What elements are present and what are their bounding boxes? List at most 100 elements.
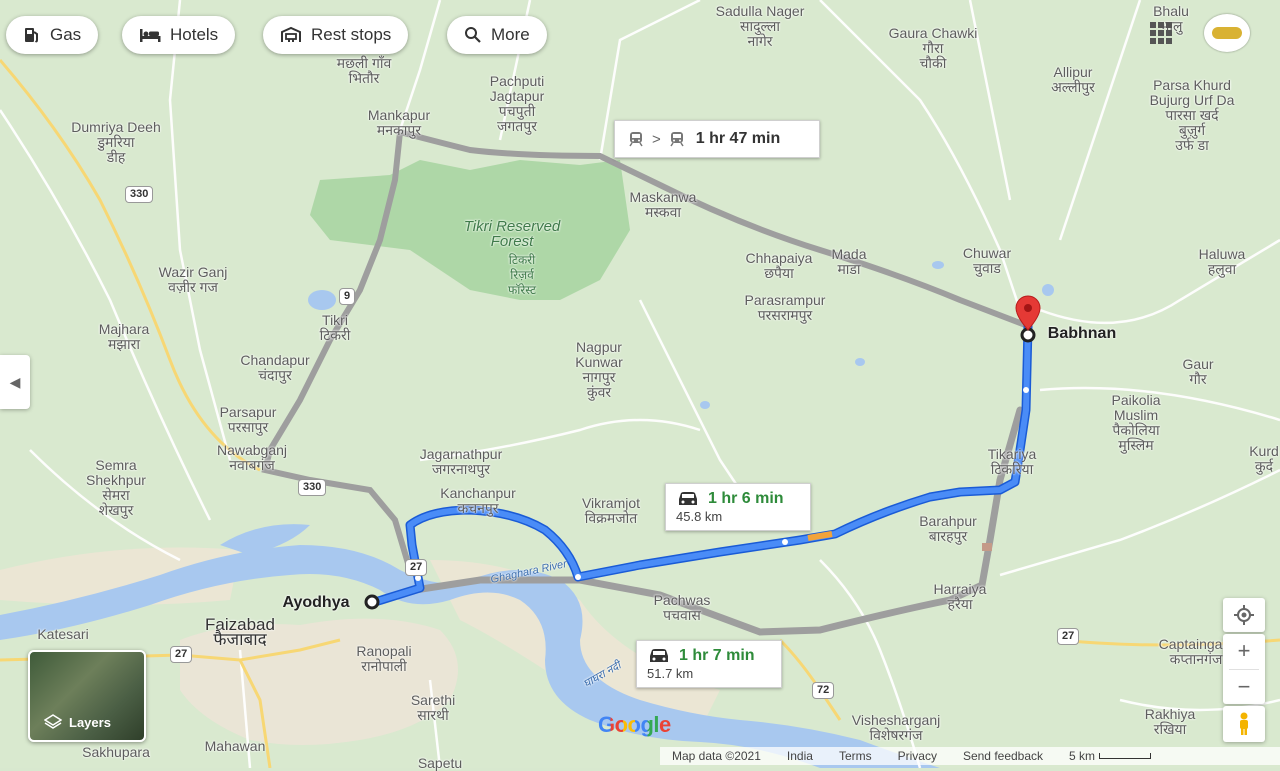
origin-label[interactable]: Ayodhya: [283, 595, 350, 611]
place-label[interactable]: Nagpur Kunwar नागपुर कुंवर: [575, 340, 622, 400]
transit-route-callout[interactable]: > 1 hr 47 min: [614, 120, 820, 158]
place-label[interactable]: Maskanwa मस्कवा: [630, 190, 697, 220]
place-local-name: विक्रमजोत: [584, 510, 638, 526]
place-label[interactable]: Sapetu: [418, 756, 462, 771]
place-name: Wazir Ganj: [158, 264, 228, 280]
place-label[interactable]: Wazir Ganj वज़ीर गज: [159, 265, 228, 295]
place-label[interactable]: Mada माडा: [831, 247, 866, 277]
place-name: Rakhiya: [1144, 706, 1196, 722]
place-local-name: नागपुर कुंवर: [582, 369, 616, 400]
place-label[interactable]: Gaur गौर: [1182, 357, 1213, 387]
zoom-controls: + −: [1223, 634, 1265, 704]
alt-route-callout[interactable]: 1 hr 7 min 51.7 km: [636, 640, 782, 688]
highway-shield: 330: [125, 186, 154, 203]
place-local-name: हलुवा: [1207, 261, 1237, 277]
collapse-panel-button[interactable]: ◀: [0, 355, 30, 409]
privacy-link[interactable]: Privacy: [898, 749, 937, 763]
terms-link[interactable]: Terms: [839, 749, 872, 763]
rest-stop-icon: [281, 26, 301, 42]
place-local-name: छपैया: [764, 265, 794, 281]
place-label[interactable]: Kanchanpur कचनपुर: [440, 486, 516, 516]
place-label[interactable]: Mahawan: [205, 739, 266, 754]
zoom-out-button[interactable]: −: [1229, 668, 1259, 705]
train-icon: [670, 132, 684, 147]
forest-label: Tikri Reserved Forest: [463, 218, 561, 250]
car-icon: [679, 492, 697, 505]
avatar[interactable]: [1204, 14, 1250, 52]
place-label[interactable]: Tikariya टिकरिया: [988, 447, 1037, 477]
place-label[interactable]: Nawabganj नवाबगंज: [217, 443, 287, 473]
place-label[interactable]: Katesari: [37, 627, 88, 642]
hotels-chip-button[interactable]: Hotels: [122, 16, 236, 54]
place-label[interactable]: Tikri टिकरी: [320, 313, 351, 343]
place-label[interactable]: Pachputi Jagtapur पचपुती जगतपुर: [490, 74, 544, 134]
place-local-name: जगरनाथपुर: [431, 461, 491, 477]
layers-icon: [44, 714, 62, 729]
primary-route-callout[interactable]: 1 hr 6 min 45.8 km: [665, 483, 811, 531]
more-chip-button[interactable]: More: [447, 16, 547, 54]
place-label[interactable]: मछली गाँव भितौर: [337, 56, 392, 86]
place-label[interactable]: Parsapur परसापुर: [220, 405, 277, 435]
gas-chip-button[interactable]: Gas: [6, 16, 99, 54]
place-label[interactable]: Chhapaiya छपैया: [746, 251, 813, 281]
place-local-name: हरैया: [947, 596, 973, 612]
place-label[interactable]: Faizabad फैजाबाद: [205, 616, 275, 648]
place-label[interactable]: Semra Shekhpur सेमरा शेखपुर: [86, 458, 146, 518]
google-logo: Google: [598, 712, 671, 737]
place-name: Jagarnathpur: [419, 446, 503, 462]
place-label[interactable]: Allipur अल्लीपुर: [1051, 65, 1095, 95]
place-label[interactable]: Sakhupara: [82, 745, 150, 760]
place-label[interactable]: Vishesharganj विशेषरगंज: [852, 713, 940, 743]
place-label[interactable]: Mankapur मनकापुर: [368, 108, 430, 138]
place-label[interactable]: Jagarnathpur जगरनाथपुर: [420, 447, 503, 477]
more-chip-label: More: [491, 25, 530, 44]
place-label[interactable]: Pachwas पचवास: [654, 593, 711, 623]
place-label[interactable]: Paikolia Muslim पैकोलिया मुस्लिम: [1111, 393, 1160, 453]
highway-shield: 27: [405, 559, 428, 576]
map-footer: Map data ©2021 India Terms Privacy Send …: [660, 747, 1280, 765]
apps-grid-icon[interactable]: [1150, 22, 1172, 44]
place-local-name: टिकरी: [319, 327, 351, 343]
place-label[interactable]: Harraiya हरैया: [934, 582, 987, 612]
place-label[interactable]: Haluwa हलुवा: [1199, 247, 1246, 277]
pegman-button[interactable]: [1223, 706, 1265, 742]
zoom-in-button[interactable]: +: [1238, 634, 1251, 669]
place-label[interactable]: Kurd कुर्द: [1249, 444, 1279, 474]
destination-label[interactable]: Babhnan: [1048, 326, 1116, 342]
place-local-name: पचपुती जगतपुर: [497, 103, 537, 134]
my-location-button[interactable]: [1223, 598, 1265, 632]
place-name: Parsa Khurd Bujurg Urf Da: [1149, 77, 1235, 108]
place-label[interactable]: Sadulla Nager सादुल्ला नागेर: [716, 4, 805, 49]
place-label[interactable]: Ranopali रानोपाली: [356, 644, 411, 674]
bed-icon: [140, 29, 161, 42]
primary-route-distance: 45.8 km: [676, 509, 723, 524]
place-label[interactable]: Dumriya Deeh डुमरिया डीह: [71, 120, 160, 165]
place-label[interactable]: Majhara मझारा: [99, 322, 150, 352]
place-local-name: मझारा: [108, 336, 140, 352]
place-local-name: माडा: [837, 261, 861, 277]
place-label[interactable]: Sarethi सारथी: [411, 693, 455, 723]
primary-route-duration: 1 hr 6 min: [708, 490, 784, 507]
place-label[interactable]: Gaura Chawki गौरा चौकी: [889, 26, 978, 71]
place-name: Chhapaiya: [745, 250, 813, 266]
send-feedback-link[interactable]: Send feedback: [963, 749, 1043, 763]
place-local-name: चंदापुर: [258, 367, 292, 383]
place-local-name: अल्लीपुर: [1051, 79, 1095, 95]
place-label[interactable]: Vikramjot विक्रमजोत: [582, 496, 640, 526]
layers-button[interactable]: Layers: [28, 650, 146, 742]
place-local-name: चुवाड: [973, 260, 1001, 276]
place-local-name: परसापुर: [227, 419, 269, 435]
scale-label: 5 km: [1069, 749, 1096, 763]
train-icon: [629, 132, 643, 147]
place-label[interactable]: Rakhiya रखिया: [1145, 707, 1196, 737]
place-label[interactable]: Chandapur चंदापुर: [240, 353, 309, 383]
place-name: Kanchanpur: [440, 485, 516, 501]
place-label[interactable]: Parasrampur परसरामपुर: [745, 293, 826, 323]
rest-stops-chip-button[interactable]: Rest stops: [263, 16, 409, 54]
place-name: Kurd: [1249, 443, 1279, 459]
place-label[interactable]: Barahpur बारहपुर: [919, 514, 977, 544]
place-label[interactable]: Chuwar चुवाड: [963, 246, 1011, 276]
place-name: Allipur: [1053, 64, 1093, 80]
place-name: Ranopali: [356, 643, 412, 659]
place-label[interactable]: Parsa Khurd Bujurg Urf Da पारसा खर्द बुज़…: [1150, 78, 1235, 153]
